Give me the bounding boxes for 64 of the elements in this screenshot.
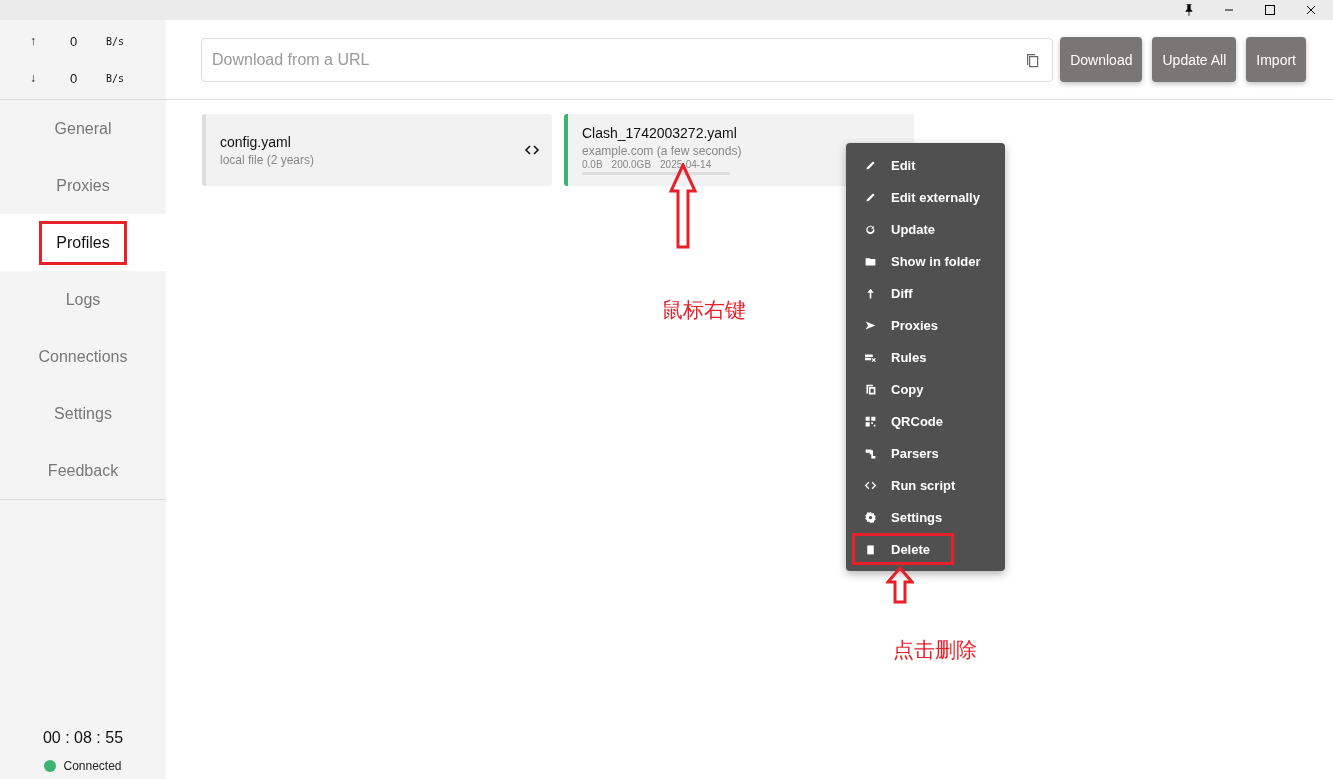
menu-item[interactable]: Parsers	[852, 437, 999, 469]
menu-item[interactable]: Settings	[852, 501, 999, 533]
nav-item[interactable]: Profiles	[39, 220, 127, 265]
nav-item[interactable]: Proxies	[39, 163, 127, 208]
nav-item[interactable]: General	[37, 106, 129, 151]
menu-item-icon	[864, 542, 877, 556]
traffic-value: 0	[70, 33, 79, 49]
traffic-unit: B/s	[106, 72, 125, 84]
menu-item[interactable]: Update	[852, 213, 999, 245]
profile-card[interactable]: config.yaml local file (2 years)	[202, 114, 552, 186]
header-button[interactable]: Download	[1060, 37, 1143, 82]
annotation-label: 鼠标右键	[662, 297, 746, 323]
menu-item-icon	[864, 286, 877, 300]
header-button[interactable]: Update All	[1152, 37, 1237, 82]
profile-source: example.com (a few seconds)	[582, 144, 743, 158]
menu-item-label: Copy	[891, 381, 924, 397]
header-button[interactable]: Import	[1246, 37, 1306, 82]
traffic-unit: B/s	[106, 35, 125, 47]
nav-item[interactable]: Settings	[37, 391, 129, 436]
menu-item[interactable]: Delete	[852, 533, 954, 565]
menu-item-label: Parsers	[891, 445, 939, 461]
menu-item[interactable]: Diff	[852, 277, 999, 309]
menu-item[interactable]: Show in folder	[852, 245, 999, 277]
close-icon[interactable]	[1305, 4, 1317, 16]
menu-item-label: Edit externally	[891, 189, 980, 205]
menu-item-label: QRCode	[891, 413, 943, 429]
maximize-icon[interactable]	[1264, 4, 1276, 16]
menu-item[interactable]: Rules	[852, 341, 999, 373]
code-icon[interactable]	[524, 144, 540, 156]
nav-item[interactable]: Logs	[48, 277, 118, 322]
menu-item-label: Show in folder	[891, 253, 981, 269]
menu-item-label: Rules	[891, 349, 927, 365]
traffic-arrow: ↓	[30, 71, 37, 85]
menu-item[interactable]: Proxies	[852, 309, 999, 341]
menu-item-icon	[864, 414, 877, 428]
menu-item-label: Delete	[891, 541, 931, 557]
menu-item-label: Edit	[891, 157, 916, 173]
menu-item-label: Update	[891, 221, 936, 237]
menu-item-label: Proxies	[891, 317, 938, 333]
menu-item-label: Run script	[891, 477, 956, 493]
url-input-field[interactable]: Download from a URL	[201, 37, 1054, 82]
traffic-value: 0	[70, 70, 79, 86]
menu-item-icon	[864, 510, 877, 524]
status-label: Connected	[63, 759, 122, 773]
menu-item-label: Settings	[891, 509, 943, 525]
menu-item-icon	[864, 446, 877, 460]
usage-total: 200.0GB	[611, 159, 652, 170]
profile-source: local file (2 years)	[220, 152, 316, 167]
usage-used: 0.0B	[582, 159, 603, 170]
menu-item[interactable]: Copy	[852, 373, 999, 405]
nav-item[interactable]: Feedback	[30, 448, 136, 493]
expiry-date: 2025-04-14	[660, 159, 712, 170]
menu-item-label: Diff	[891, 285, 913, 301]
annotation-arrow	[886, 566, 914, 604]
profile-name: Clash_1742003272.yaml	[582, 125, 738, 141]
menu-item-icon	[864, 382, 877, 396]
traffic-arrow: ↑	[30, 34, 37, 48]
annotation-label: 点击删除	[893, 637, 977, 663]
profile-name: config.yaml	[220, 133, 292, 150]
menu-item[interactable]: Run script	[852, 469, 999, 501]
menu-item[interactable]: QRCode	[852, 405, 999, 437]
paste-icon[interactable]	[1024, 51, 1041, 68]
nav-item[interactable]: Connections	[21, 334, 145, 379]
uptime-clock: 00 : 08 : 55	[41, 729, 125, 747]
